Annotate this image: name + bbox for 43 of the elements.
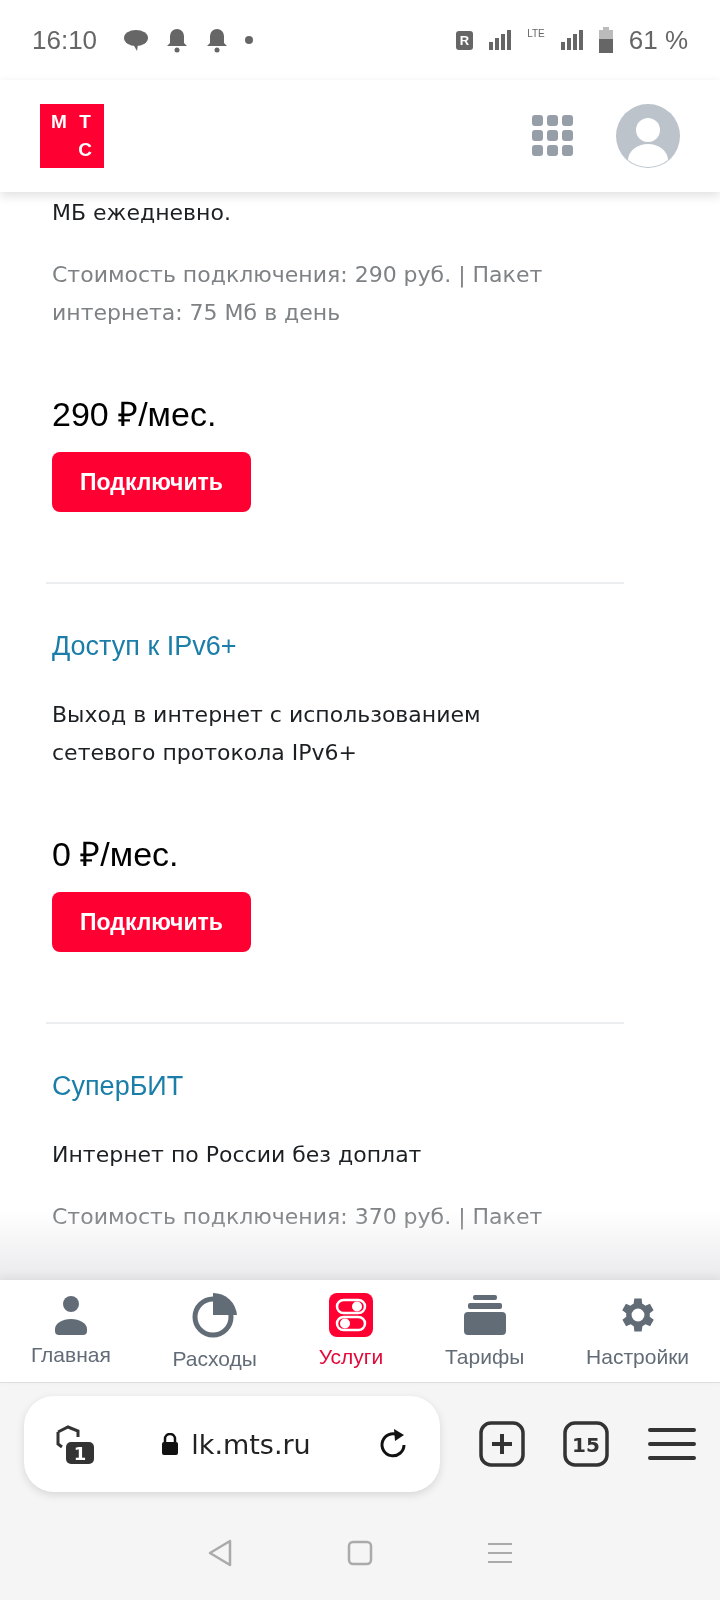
tabs-icon[interactable]: 15 [563, 1421, 610, 1467]
dot-icon [245, 36, 254, 44]
nav-tab[interactable]: Тарифы [445, 1293, 525, 1369]
battery-percent: 61 % [628, 24, 688, 56]
clock-time: 16:10 [32, 24, 98, 56]
nav-tab[interactable]: Настройки [586, 1293, 690, 1369]
nav-tab[interactable]: Услуги [318, 1293, 384, 1369]
battery-icon [598, 27, 613, 53]
apps-grid-icon[interactable] [532, 115, 574, 157]
stack-icon [462, 1293, 507, 1337]
connect-button[interactable]: Подключить [52, 452, 251, 512]
nav-tab[interactable]: Расходы [172, 1291, 257, 1371]
logo[interactable]: М Т С [40, 104, 104, 168]
toggles-icon [328, 1293, 373, 1337]
service-info: Стоимость подключения: 370 руб. | Пакет [52, 1203, 544, 1232]
nav-tab[interactable]: Главная [30, 1295, 111, 1367]
service-description: Интернет по России без доплат [52, 1141, 423, 1169]
menu-icon[interactable] [648, 1426, 696, 1462]
roaming-badge: R [455, 30, 474, 50]
signal-icon [489, 30, 512, 50]
recent-apps-icon[interactable] [487, 1540, 513, 1565]
avatar-icon[interactable] [616, 104, 680, 168]
network-type: LTE [527, 28, 545, 39]
bell-icon [205, 27, 230, 53]
address-bar[interactable]: 1 lk.mts.ru [24, 1396, 440, 1492]
bell-icon [165, 27, 190, 53]
back-icon[interactable] [207, 1538, 233, 1567]
home-icon[interactable] [347, 1539, 373, 1566]
service-description: МБ ежедневно. [52, 199, 232, 227]
service-description: Выход в интернет с использованием сетевого протокола IPv6+ [52, 701, 482, 767]
lock-icon [161, 1433, 180, 1455]
url-text[interactable]: lk.mts.ru [191, 1428, 311, 1460]
service-price: 0 ₽/мес. [52, 834, 180, 875]
service-title[interactable]: СуперБИТ [52, 1068, 624, 1104]
connect-button[interactable]: Подключить [52, 892, 251, 952]
service-price: 290 ₽/мес. [52, 394, 218, 435]
message-icon [123, 28, 150, 52]
service-info: Стоимость подключения: 290 руб. | Пакет интернета: 75 Мб в день [52, 261, 544, 327]
new-tab-icon[interactable] [478, 1421, 525, 1467]
person-icon [52, 1295, 89, 1335]
pie-chart-icon [190, 1291, 239, 1339]
service-title[interactable]: Доступ к IPv6+ [52, 628, 624, 664]
signal-icon [560, 30, 583, 50]
